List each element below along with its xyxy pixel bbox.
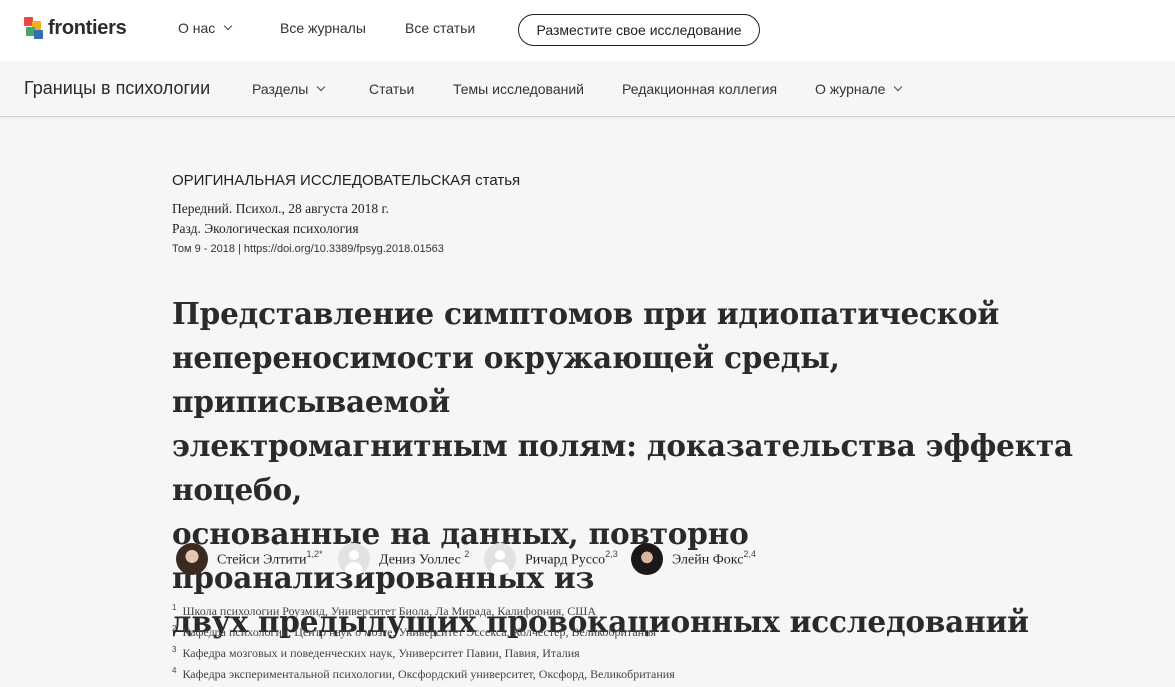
nav-about[interactable]: О нас bbox=[178, 20, 233, 36]
journal-navigation: Границы в психологии Разделы Статьи Темы… bbox=[0, 61, 1175, 117]
jnav-editorial-board-label: Редакционная коллегия bbox=[622, 81, 778, 97]
article-section[interactable]: Разд. Экологическая психология bbox=[172, 221, 359, 237]
avatar bbox=[176, 543, 208, 575]
jnav-research-topics[interactable]: Темы исследований bbox=[453, 81, 584, 97]
author-eltiti[interactable]: Стейси Элтити1,2* bbox=[176, 542, 322, 576]
logo-text: frontiers bbox=[48, 16, 127, 39]
avatar-placeholder-icon bbox=[484, 543, 516, 575]
avatar-placeholder-icon bbox=[338, 543, 370, 575]
affiliation: 2 Кафедра психологии, Центр наук о мозге,… bbox=[172, 624, 657, 639]
title-line: Представление симптомов при идиопатическ… bbox=[172, 296, 1000, 331]
top-navigation: frontiers О нас Все журналы Все статьи Р… bbox=[0, 0, 1175, 61]
author-name: Ричард Руссо2,3 bbox=[525, 548, 618, 568]
nav-all-journals[interactable]: Все журналы bbox=[280, 20, 366, 36]
volume-doi[interactable]: Том 9 - 2018 | https://doi.org/10.3389/f… bbox=[172, 243, 444, 255]
jnav-articles-label: Статьи bbox=[369, 81, 415, 97]
author-russo[interactable]: Ричард Руссо2,3 bbox=[484, 542, 618, 576]
title-line: электромагнитным полям: доказательства э… bbox=[172, 428, 1073, 507]
avatar bbox=[631, 543, 663, 575]
affiliation: 4 Кафедра экспериментальной психологии, О… bbox=[172, 666, 675, 681]
author-name: Стейси Элтити1,2* bbox=[217, 548, 323, 568]
article-type: ОРИГИНАЛЬНАЯ ИССЛЕДОВАТЕЛЬСКАЯ статья bbox=[172, 172, 521, 189]
chevron-down-icon bbox=[894, 82, 903, 92]
article-title: Представление симптомов при идиопатическ… bbox=[172, 292, 1102, 644]
submit-research-button[interactable]: Разместите свое исследование bbox=[518, 14, 760, 46]
nav-all-journals-label: Все журналы bbox=[280, 20, 366, 36]
frontiers-logo[interactable]: frontiers bbox=[24, 16, 127, 40]
jnav-editorial-board[interactable]: Редакционная коллегия bbox=[622, 81, 777, 97]
chevron-down-icon bbox=[317, 82, 326, 92]
affiliation: 3 Кафедра мозговых и поведенческих наук, … bbox=[172, 645, 580, 660]
jnav-sections-label: Разделы bbox=[252, 81, 309, 97]
title-line: непереносимости окружающей среды, припис… bbox=[172, 340, 840, 419]
author-fox[interactable]: Элейн Фокс2,4 bbox=[631, 542, 756, 576]
jnav-research-topics-label: Темы исследований bbox=[453, 81, 584, 97]
author-wallace[interactable]: Дениз Уоллес 2 bbox=[338, 542, 469, 576]
affiliation-list: 1 Школа психологии Роузмид, Университет Б… bbox=[172, 599, 675, 683]
author-name: Элейн Фокс2,4 bbox=[672, 548, 756, 568]
nav-all-articles[interactable]: Все статьи bbox=[405, 20, 475, 36]
nav-all-articles-label: Все статьи bbox=[405, 20, 476, 36]
jnav-sections[interactable]: Разделы bbox=[252, 81, 326, 97]
journal-date: Передний. Психол., 28 августа 2018 г. bbox=[172, 201, 389, 216]
jnav-about-journal-label: О журнале bbox=[815, 81, 886, 97]
author-name: Дениз Уоллес 2 bbox=[379, 548, 470, 568]
frontiers-logo-icon bbox=[24, 17, 44, 39]
jnav-about-journal[interactable]: О журнале bbox=[815, 81, 903, 97]
chevron-down-icon bbox=[224, 21, 233, 31]
nav-about-label: О нас bbox=[178, 20, 216, 36]
jnav-articles[interactable]: Статьи bbox=[369, 81, 414, 97]
affiliation: 1 Школа психологии Роузмид, Университет Б… bbox=[172, 603, 597, 618]
journal-title[interactable]: Границы в психологии bbox=[24, 78, 210, 99]
